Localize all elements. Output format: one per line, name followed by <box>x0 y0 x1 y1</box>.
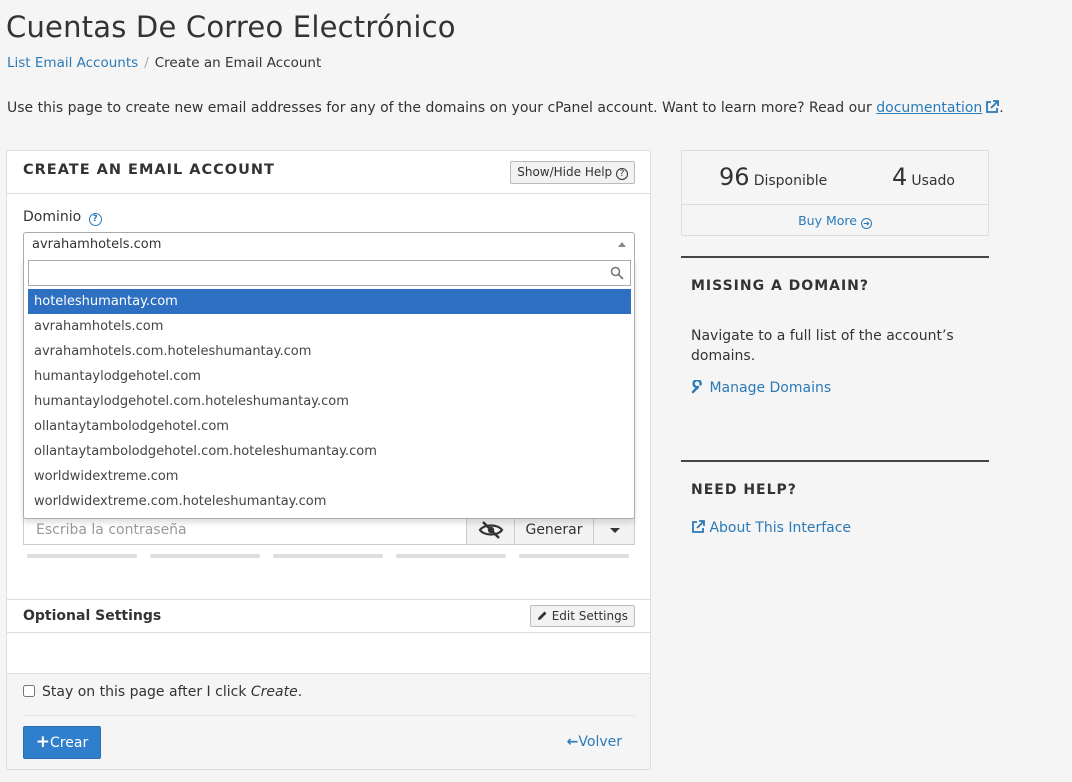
domain-option[interactable]: ollantaytambolodgehotel.com.hoteleshuman… <box>28 439 631 464</box>
panel-header: CREATE AN EMAIL ACCOUNT Show/Hide Help ? <box>7 151 650 194</box>
search-icon <box>610 266 624 280</box>
domain-label-row: Dominio ? <box>23 209 102 226</box>
email-stats-panel: 96 Disponible 4 Usado Buy More ➜ <box>681 150 989 236</box>
page-title: Cuentas De Correo Electrónico <box>6 10 456 44</box>
stats-divider <box>682 204 988 205</box>
domain-help-icon[interactable]: ? <box>88 213 102 226</box>
domain-options-list: hoteleshumantay.com avrahamhotels.com av… <box>28 289 631 514</box>
generate-options-dropdown[interactable] <box>593 515 635 545</box>
available-count: 96 <box>719 163 750 191</box>
used-count: 4 <box>892 163 908 191</box>
used-stat: 4 Usado <box>892 163 955 191</box>
password-input[interactable]: Escriba la contraseña <box>23 515 466 545</box>
stay-on-page-checkbox[interactable] <box>23 685 35 697</box>
arrow-circle-right-icon: ➜ <box>860 218 872 229</box>
buy-more-label: Buy More <box>798 213 857 228</box>
stay-label-create: Create <box>250 684 298 700</box>
plus-icon: + <box>35 732 51 752</box>
available-label: Disponible <box>753 173 828 189</box>
documentation-link[interactable]: documentation <box>876 100 982 116</box>
back-link-label: Volver <box>578 734 622 750</box>
available-stat: 96 Disponible <box>719 163 827 191</box>
intro-description: Use this page to create new email addres… <box>7 100 877 116</box>
stay-label-period: . <box>297 684 303 700</box>
domain-dropdown: hoteleshumantay.com avrahamhotels.com av… <box>23 257 635 519</box>
domain-option[interactable]: humantaylodgehotel.com <box>28 364 631 389</box>
missing-domain-text: Navigate to a full list of the account’s… <box>691 328 954 364</box>
external-link-icon <box>692 520 705 533</box>
domain-option[interactable]: worldwidextreme.com <box>28 464 631 489</box>
breadcrumb-separator: / <box>144 55 149 71</box>
missing-domain-title: MISSING A DOMAIN? <box>691 278 870 294</box>
caret-down-icon <box>610 528 620 533</box>
intro-period: . <box>999 100 1004 116</box>
show-hide-help-label: Show/Hide Help <box>517 165 613 179</box>
strength-segment <box>273 554 383 558</box>
form-footer: Stay on this page after I click Create. … <box>7 673 650 769</box>
breadcrumb: List Email Accounts / Create an Email Acco… <box>7 55 321 71</box>
eye-slash-icon <box>478 521 504 539</box>
chevron-up-icon <box>618 242 626 247</box>
question-circle-icon: ? <box>616 168 628 180</box>
need-help-title: NEED HELP? <box>691 482 797 498</box>
manage-domains-label: Manage Domains <box>709 380 832 396</box>
stay-label: Stay on this page after I click <box>42 684 251 700</box>
edit-settings-button[interactable]: Edit Settings <box>529 605 635 627</box>
create-email-panel: CREATE AN EMAIL ACCOUNT Show/Hide Help ?… <box>6 150 651 770</box>
back-link[interactable]: ←Volver <box>567 734 622 750</box>
strength-segment <box>396 554 506 558</box>
create-button[interactable]: +Crear <box>23 726 101 759</box>
password-strength-meter <box>27 554 632 558</box>
domain-search-input[interactable] <box>28 260 631 286</box>
create-button-label: Crear <box>50 735 89 751</box>
domain-label: Dominio <box>23 209 82 225</box>
about-interface-label: About This Interface <box>709 520 852 536</box>
domain-select[interactable]: avrahamhotels.com <box>23 232 635 258</box>
intro-text: Use this page to create new email addres… <box>7 100 1004 116</box>
optional-settings-title: Optional Settings <box>23 608 162 624</box>
toggle-password-visibility-button[interactable] <box>466 515 515 545</box>
domain-selected-value: avrahamhotels.com <box>32 237 162 252</box>
manage-domains-link[interactable]: Manage Domains <box>691 378 832 396</box>
strength-segment <box>519 554 629 558</box>
show-hide-help-button[interactable]: Show/Hide Help ? <box>510 161 635 184</box>
breadcrumb-current: Create an Email Account <box>154 55 322 71</box>
domain-option[interactable]: avrahamhotels.com <box>28 314 631 339</box>
wrench-icon <box>691 378 702 394</box>
external-link-icon[interactable] <box>985 100 1000 114</box>
domain-option[interactable]: humantaylodgehotel.com.hoteleshumantay.c… <box>28 389 631 414</box>
missing-domain-section: MISSING A DOMAIN? Navigate to a full lis… <box>681 256 989 426</box>
about-interface-link[interactable]: About This Interface <box>691 520 851 536</box>
used-label: Usado <box>911 173 955 189</box>
password-row: Escriba la contraseña Generar <box>23 515 635 545</box>
need-help-section: NEED HELP? About This Interface <box>681 460 989 560</box>
stay-on-page-option[interactable]: Stay on this page after I click Create. <box>23 684 302 700</box>
strength-segment <box>27 554 137 558</box>
footer-divider <box>23 715 635 716</box>
domain-option[interactable]: worldwidextreme.com.hoteleshumantay.com <box>28 489 631 514</box>
optional-settings-header: Optional Settings Edit Settings <box>7 599 650 633</box>
pencil-icon <box>537 611 547 620</box>
domain-option[interactable]: avrahamhotels.com.hoteleshumantay.com <box>28 339 631 364</box>
strength-segment <box>150 554 260 558</box>
domain-option[interactable]: hoteleshumantay.com <box>28 289 631 314</box>
buy-more-link[interactable]: Buy More ➜ <box>682 213 988 229</box>
generate-password-button[interactable]: Generar <box>514 515 594 545</box>
arrow-left-icon: ← <box>566 734 579 750</box>
breadcrumb-list-email-accounts-link[interactable]: List Email Accounts <box>7 55 138 71</box>
edit-settings-label: Edit Settings <box>551 609 628 623</box>
panel-title: CREATE AN EMAIL ACCOUNT <box>23 162 275 178</box>
domain-option[interactable]: ollantaytambolodgehotel.com <box>28 414 631 439</box>
